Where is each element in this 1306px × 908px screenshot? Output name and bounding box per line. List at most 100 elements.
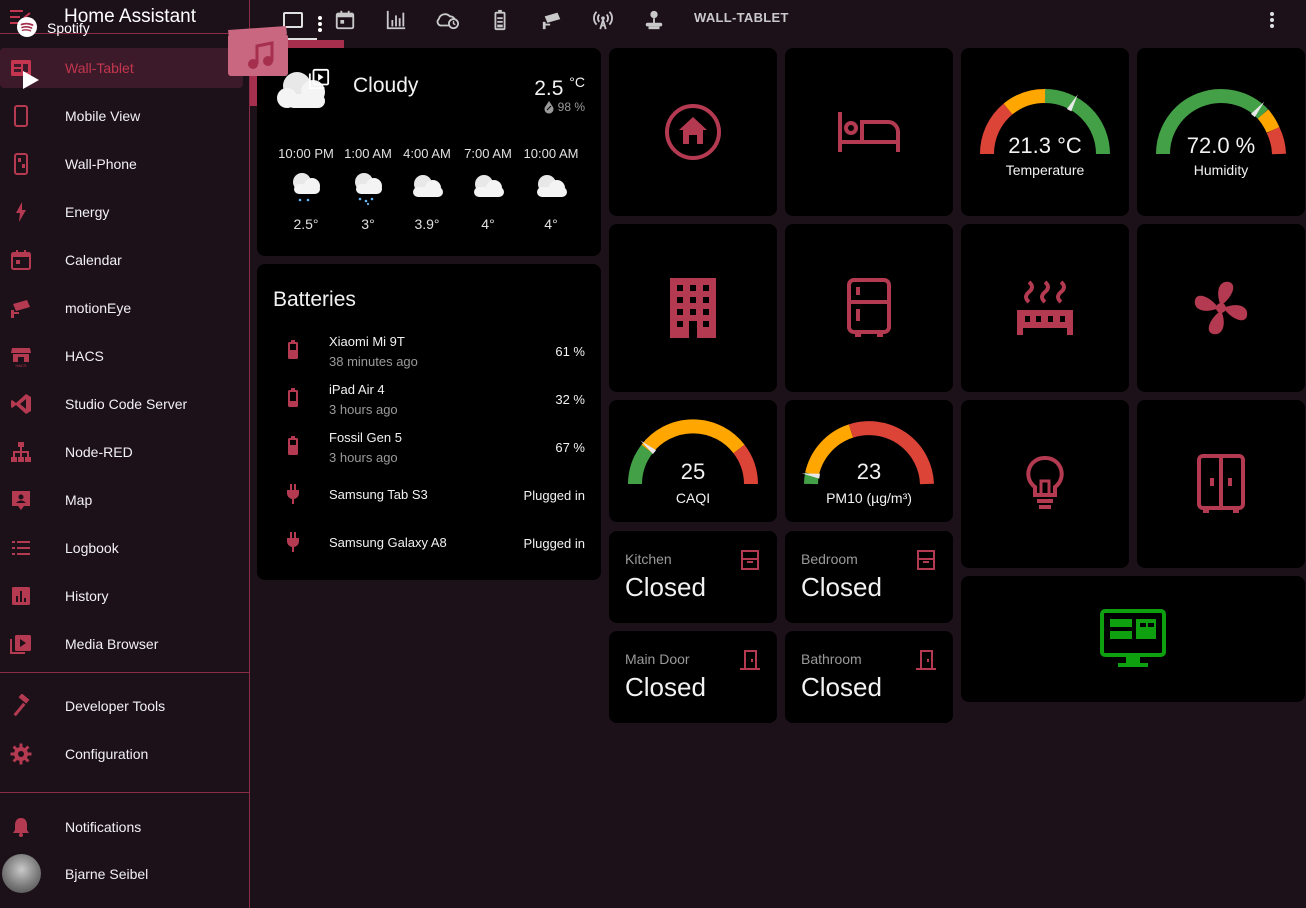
gauge-name: Temperature	[1005, 162, 1085, 178]
bedroom-button[interactable]	[785, 48, 953, 216]
sidebar-divider	[0, 792, 249, 793]
gauge-value: 72.0 %	[1186, 133, 1256, 158]
office-button[interactable]	[609, 224, 777, 392]
bathroom-door-sensor[interactable]: Bathroom Closed	[785, 631, 953, 723]
sidebar-item-studio-code-server[interactable]: Studio Code Server	[0, 380, 250, 428]
user-name: Bjarne Seibel	[65, 866, 149, 882]
bedroom-window-sensor[interactable]: Bedroom Closed	[785, 531, 953, 623]
tab-network[interactable]	[579, 0, 627, 40]
battery-row[interactable]: Xiaomi Mi 9T 38 minutes ago 61 %	[257, 328, 601, 376]
forecast-temp: 4°	[481, 216, 495, 232]
sidebar: Home Assistant Wall-Tablet Mobile View W…	[0, 0, 250, 908]
play-button[interactable]	[18, 68, 42, 92]
media-source-name: Spotify	[47, 20, 90, 36]
battery-level: 67 %	[555, 440, 585, 455]
battery-icon	[288, 340, 298, 359]
plug-icon	[287, 532, 299, 552]
sidebar-item-energy[interactable]: Energy	[0, 188, 250, 236]
wardrobe-button[interactable]	[1137, 400, 1305, 568]
cctv-icon	[542, 12, 561, 30]
sensor-state: Closed	[625, 672, 706, 702]
sidebar-item-hacs[interactable]: HACS HACS	[0, 332, 250, 380]
media-more-button[interactable]	[313, 12, 327, 36]
gauge-arc	[979, 88, 1110, 155]
battery-row[interactable]: Samsung Tab S3 Plugged in	[257, 472, 601, 520]
dashboard-title: WALL-TABLET	[694, 10, 789, 25]
window-closed-icon	[917, 550, 935, 570]
battery-icon	[288, 388, 298, 407]
light-button[interactable]	[961, 400, 1129, 568]
tab-cameras[interactable]	[528, 0, 576, 40]
battery-row[interactable]: iPad Air 4 3 hours ago 32 %	[257, 376, 601, 424]
sidebar-item-calendar[interactable]: Calendar	[0, 236, 250, 284]
sidebar-item-developer-tools[interactable]: Developer Tools	[0, 682, 250, 730]
play-box-multiple-icon	[308, 68, 330, 90]
sensor-state: Closed	[801, 572, 882, 602]
main-door-sensor[interactable]: Main Door Closed	[609, 631, 777, 723]
sidebar-header: Home Assistant	[0, 0, 249, 34]
humidity-value: 98 %	[557, 100, 585, 114]
forecast-time: 7:00 AM	[464, 146, 512, 161]
wardrobe-icon	[1197, 454, 1245, 513]
home-button[interactable]	[609, 48, 777, 216]
sidebar-item-label: Map	[65, 492, 93, 508]
tab-chart[interactable]	[372, 0, 420, 40]
sensor-state: Closed	[801, 672, 882, 702]
sidebar-item-configuration[interactable]: Configuration	[0, 730, 250, 778]
sidebar-item-label: Configuration	[65, 746, 149, 762]
battery-row[interactable]: Fossil Gen 5 3 hours ago 67 %	[257, 424, 601, 472]
pm10-gauge[interactable]: 23 PM10 (µg/m³)	[785, 400, 953, 522]
humidity-gauge[interactable]: 72.0 % Humidity	[1137, 48, 1305, 216]
battery-last-changed: 3 hours ago	[329, 450, 398, 465]
gauge-name: PM10 (µg/m³)	[826, 490, 912, 506]
kitchen-window-sensor[interactable]: Kitchen Closed	[609, 531, 777, 623]
sensor-name: Bathroom	[801, 651, 862, 667]
sitemap-icon	[9, 440, 33, 464]
battery-level: Plugged in	[523, 488, 585, 503]
tv-button[interactable]	[961, 576, 1305, 702]
caqi-gauge[interactable]: 25 CAQI	[609, 400, 777, 522]
sidebar-item-notifications[interactable]: Notifications	[0, 803, 250, 851]
tab-weather[interactable]	[424, 0, 472, 40]
door-closed-icon	[740, 650, 760, 670]
sidebar-item-map[interactable]: Map	[0, 476, 250, 524]
battery-row[interactable]: Samsung Galaxy A8 Plugged in	[257, 520, 601, 568]
movie-music-icon	[228, 26, 288, 76]
forecast-temp: 3°	[361, 216, 375, 232]
map-icon	[9, 488, 33, 512]
play-icon	[23, 71, 39, 89]
sidebar-item-label: Developer Tools	[65, 698, 166, 714]
kitchen-button[interactable]	[785, 224, 953, 392]
avatar[interactable]	[2, 854, 41, 893]
sidebar-item-media-browser[interactable]: Media Browser	[0, 620, 250, 668]
sidebar-item-history[interactable]: History	[0, 572, 250, 620]
sidebar-item-label: motionEye	[65, 300, 132, 316]
water-percent-icon	[544, 101, 554, 114]
forecast-item: 1:00 AM 3°	[337, 146, 399, 232]
robot-vacuum-icon	[645, 10, 663, 30]
sidebar-item-label: Calendar	[65, 252, 122, 268]
temperature-gauge[interactable]: 21.3 °C Temperature	[961, 48, 1129, 216]
sidebar-item-mobile-view[interactable]: Mobile View	[0, 92, 250, 140]
sidebar-item-logbook[interactable]: Logbook	[0, 524, 250, 572]
sidebar-item-motioneye[interactable]: motionEye	[0, 284, 250, 332]
heating-button[interactable]	[961, 224, 1129, 392]
bell-icon	[9, 815, 33, 839]
tab-vacuum[interactable]	[630, 0, 678, 40]
sidebar-item-label: Wall-Tablet	[65, 60, 134, 76]
more-options-button[interactable]	[1260, 8, 1284, 32]
tab-batteries[interactable]	[476, 0, 524, 40]
gauge-name: Humidity	[1193, 162, 1249, 178]
calendar-icon	[9, 248, 33, 272]
forecast-time: 1:00 AM	[344, 146, 392, 161]
sidebar-item-label: Studio Code Server	[65, 396, 188, 412]
battery-device-name: Fossil Gen 5	[329, 430, 402, 445]
weather-humidity: 98 %	[543, 100, 585, 114]
tab-calendar[interactable]	[321, 0, 369, 40]
browse-media-button[interactable]	[308, 68, 332, 92]
sidebar-item-wall-phone[interactable]: Wall-Phone	[0, 140, 250, 188]
office-building-icon	[670, 278, 716, 338]
sidebar-item-node-red[interactable]: Node-RED	[0, 428, 250, 476]
fan-button[interactable]	[1137, 224, 1305, 392]
spotify-icon	[17, 17, 37, 37]
